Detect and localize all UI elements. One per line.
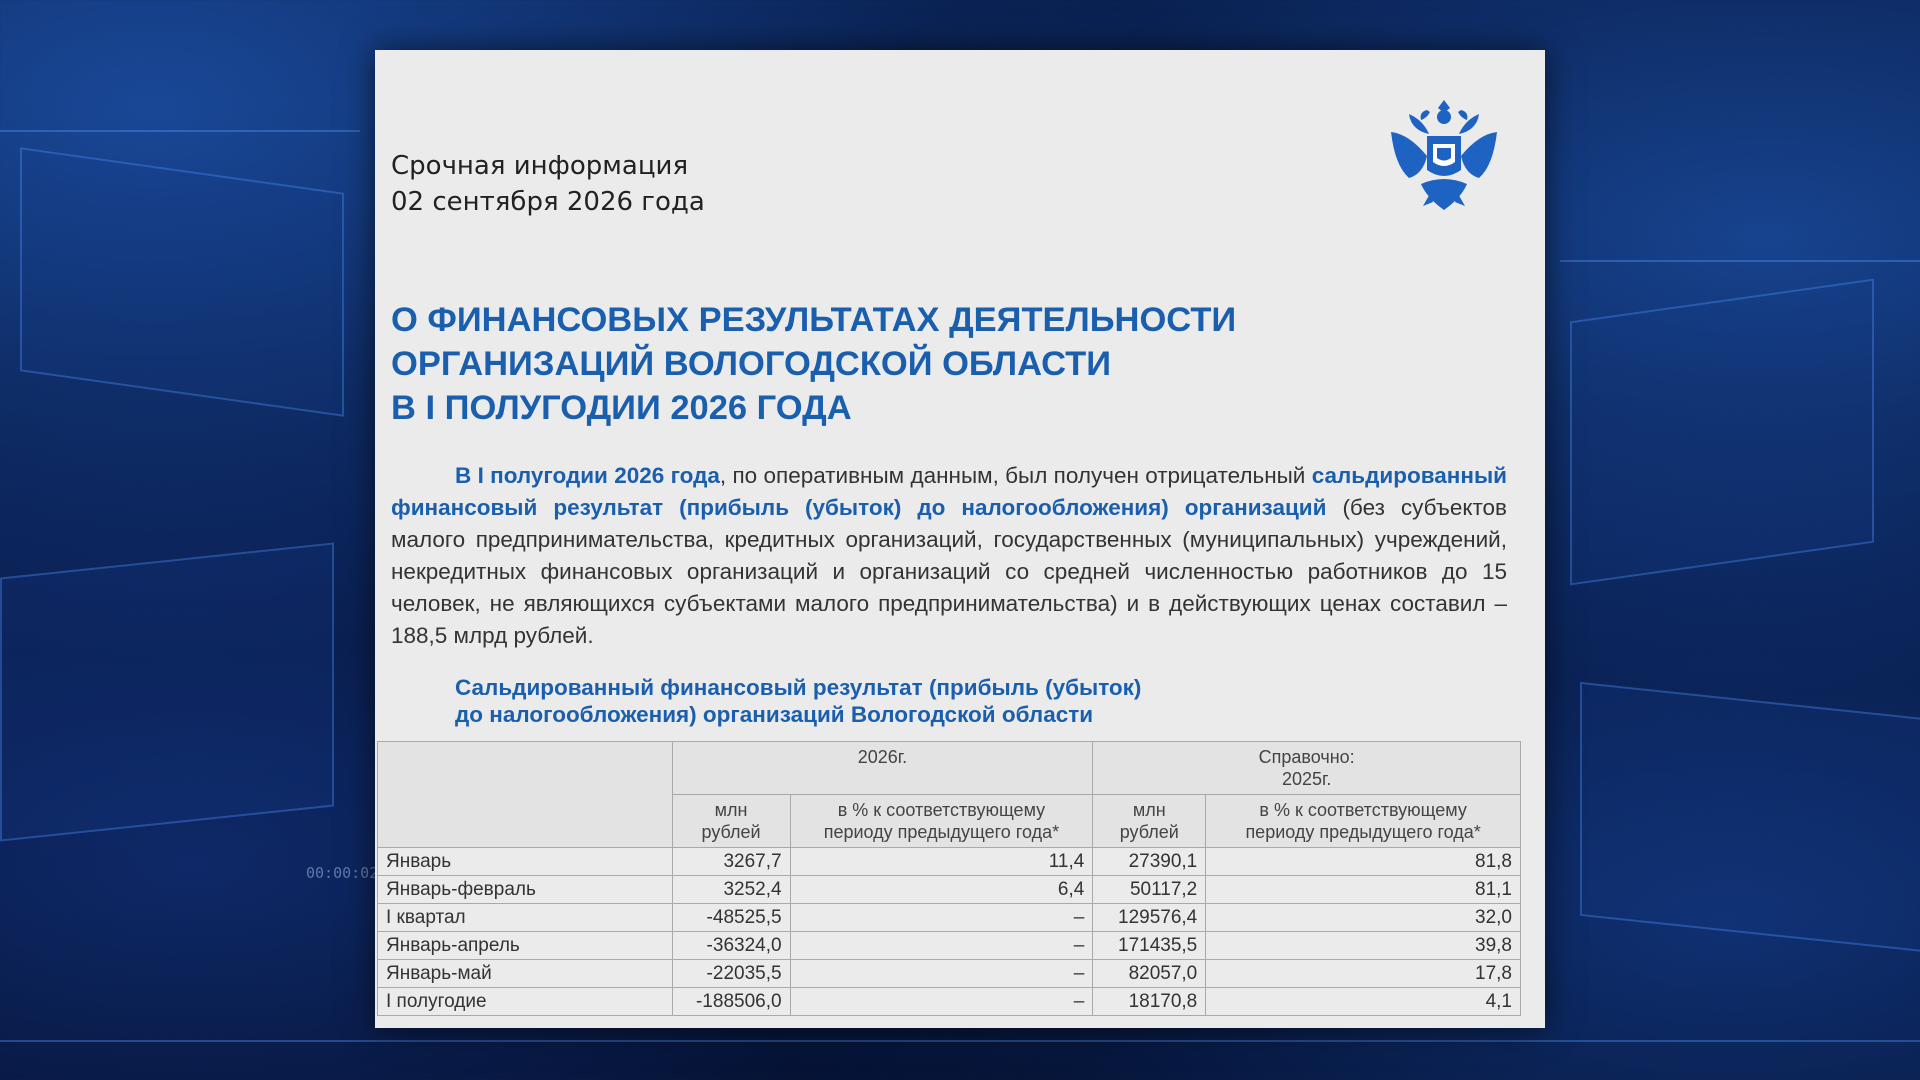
title-line: ОРГАНИЗАЦИЙ ВОЛОГОДСКОЙ ОБЛАСТИ <box>391 345 1112 383</box>
header-reference-line: Справочно: <box>1258 747 1355 767</box>
period-cell: Январь-май <box>377 959 673 988</box>
pct-2026-cell: – <box>789 931 1094 960</box>
title-line: О ФИНАНСОВЫХ РЕЗУЛЬТАТАХ ДЕЯТЕЛЬНОСТИ <box>391 301 1237 339</box>
table-title-line: Сальдированный финансовый результат (при… <box>455 675 1142 700</box>
background-line <box>0 1040 1920 1042</box>
table-row: Январь 3267,7 11,4 27390,1 81,8 <box>377 847 1521 876</box>
header-empty-cell <box>377 741 673 848</box>
background-timecode: 00:00:02 <box>306 864 379 882</box>
header-text: периоду предыдущего года* <box>1245 822 1481 842</box>
header-2026: 2026г. <box>671 741 1094 795</box>
pct-2026-cell: – <box>789 959 1094 988</box>
header-mln-rub: млн рублей <box>671 794 791 848</box>
urgent-info-header: Срочная информация 02 сентября 2026 года <box>391 148 705 220</box>
background-panel <box>20 147 344 417</box>
urgent-label: Срочная информация <box>391 151 689 181</box>
header-reference-line: 2025г. <box>1281 769 1332 789</box>
mln-2026-cell: -48525,5 <box>671 903 791 932</box>
mln-2026-cell: 3252,4 <box>671 875 791 904</box>
mln-2025-cell: 50117,2 <box>1092 875 1207 904</box>
summary-paragraph: В I полугодии 2026 года, по оперативным … <box>391 460 1507 652</box>
period-cell: Январь-апрель <box>377 931 673 960</box>
header-pct-prev-year: в % к соответствующему периоду предыдуще… <box>1205 794 1521 848</box>
table-row: Январь-февраль 3252,4 6,4 50117,2 81,1 <box>377 875 1521 904</box>
table-row: I полугодие -188506,0 – 18170,8 4,1 <box>377 987 1521 1016</box>
mln-2025-cell: 27390,1 <box>1092 847 1207 876</box>
release-date: 02 сентября 2026 года <box>391 187 705 217</box>
header-mln-rub: млн рублей <box>1092 794 1207 848</box>
period-cell: I полугодие <box>377 987 673 1016</box>
mln-2025-cell: 18170,8 <box>1092 987 1207 1016</box>
background-panel <box>1580 681 1920 953</box>
header-text: млн <box>714 800 748 820</box>
pct-2025-cell: 4,1 <box>1205 987 1521 1016</box>
header-reference-2025: Справочно: 2025г. <box>1092 741 1521 795</box>
rosstat-eagle-emblem-icon <box>1391 100 1497 210</box>
header-text: млн <box>1132 800 1166 820</box>
mln-2025-cell: 129576,4 <box>1092 903 1207 932</box>
background-line <box>0 130 360 132</box>
paragraph-text: , по оперативным данным, был получен отр… <box>719 463 1312 488</box>
background-panel <box>0 542 334 842</box>
table-row: Январь-май -22035,5 – 82057,0 17,8 <box>377 959 1521 988</box>
title-line: В I ПОЛУГОДИИ 2026 ГОДА <box>391 389 852 427</box>
header-text: периоду предыдущего года* <box>823 822 1060 842</box>
pct-2026-cell: 11,4 <box>789 847 1094 876</box>
table-title-line: до налогообложения) организаций Вологодс… <box>455 702 1094 727</box>
pct-2025-cell: 81,8 <box>1205 847 1521 876</box>
background-panel <box>1570 278 1874 586</box>
mln-2026-cell: -36324,0 <box>671 931 791 960</box>
header-text: рублей <box>701 822 761 842</box>
mln-2026-cell: -22035,5 <box>671 959 791 988</box>
mln-2025-cell: 171435,5 <box>1092 931 1207 960</box>
financial-results-table: 2026г. Справочно: 2025г. млн рублей в % … <box>377 741 1521 1016</box>
pct-2026-cell: 6,4 <box>789 875 1094 904</box>
period-cell: Январь-февраль <box>377 875 673 904</box>
period-cell: I квартал <box>377 903 673 932</box>
document-title: О ФИНАНСОВЫХ РЕЗУЛЬТАТАХ ДЕЯТЕЛЬНОСТИ ОР… <box>391 298 1391 430</box>
paragraph-lead-bold: В I полугодии 2026 года <box>455 463 720 488</box>
pct-2025-cell: 39,8 <box>1205 931 1521 960</box>
pct-2026-cell: – <box>789 903 1094 932</box>
header-text: рублей <box>1119 822 1179 842</box>
header-text: в % к соответствующему <box>837 800 1046 820</box>
pct-2025-cell: 81,1 <box>1205 875 1521 904</box>
pct-2026-cell: – <box>789 987 1094 1016</box>
header-text: в % к соответствующему <box>1259 800 1467 820</box>
mln-2025-cell: 82057,0 <box>1092 959 1207 988</box>
background-line <box>1560 260 1920 262</box>
pct-2025-cell: 17,8 <box>1205 959 1521 988</box>
document-sheet: Срочная информация 02 сентября 2026 года… <box>375 50 1545 1028</box>
mln-2026-cell: 3267,7 <box>671 847 791 876</box>
header-pct-prev-year: в % к соответствующему периоду предыдуще… <box>789 794 1094 848</box>
mln-2026-cell: -188506,0 <box>671 987 791 1016</box>
table-title: Сальдированный финансовый результат (при… <box>455 674 1141 728</box>
pct-2025-cell: 32,0 <box>1205 903 1521 932</box>
period-cell: Январь <box>377 847 673 876</box>
table-row: I квартал -48525,5 – 129576,4 32,0 <box>377 903 1521 932</box>
table-header-row: 2026г. Справочно: 2025г. <box>377 741 1521 848</box>
table-row: Январь-апрель -36324,0 – 171435,5 39,8 <box>377 931 1521 960</box>
